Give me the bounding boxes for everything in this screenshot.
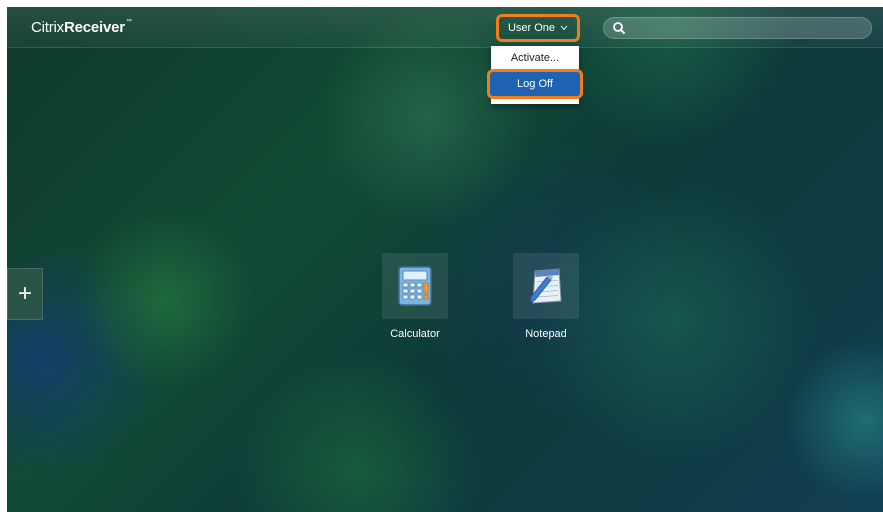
app-tile-notepad[interactable]: Notepad bbox=[506, 253, 586, 340]
app-tile-calculator[interactable]: Calculator bbox=[375, 253, 455, 340]
citrix-receiver-logo: CitrixReceiver™ bbox=[31, 19, 132, 36]
logo-text-receiver: Receiver bbox=[63, 19, 125, 36]
menu-item-log-off[interactable]: Log Off bbox=[487, 69, 583, 99]
menu-item-activate[interactable]: Activate... bbox=[491, 46, 579, 69]
chevron-down-icon bbox=[560, 24, 568, 33]
calculator-icon bbox=[382, 253, 448, 319]
user-name-label: User One bbox=[507, 22, 556, 34]
app-label-notepad: Notepad bbox=[525, 328, 567, 340]
logo-trademark: ™ bbox=[125, 19, 132, 25]
app-label-calculator: Calculator bbox=[390, 328, 440, 340]
search-input[interactable] bbox=[630, 19, 870, 39]
user-dropdown-menu: Activate... Log Off bbox=[487, 46, 583, 104]
logo-text-citrix: Citrix bbox=[31, 19, 64, 36]
notepad-icon bbox=[513, 253, 579, 319]
search-icon bbox=[612, 21, 626, 35]
user-menu-button[interactable]: User One bbox=[496, 14, 580, 42]
top-bar: CitrixReceiver™ User One bbox=[7, 7, 883, 48]
add-app-button[interactable]: + bbox=[7, 268, 43, 320]
search-box[interactable] bbox=[603, 17, 872, 39]
desktop-background: CitrixReceiver™ User One Activate... Log… bbox=[7, 7, 883, 512]
